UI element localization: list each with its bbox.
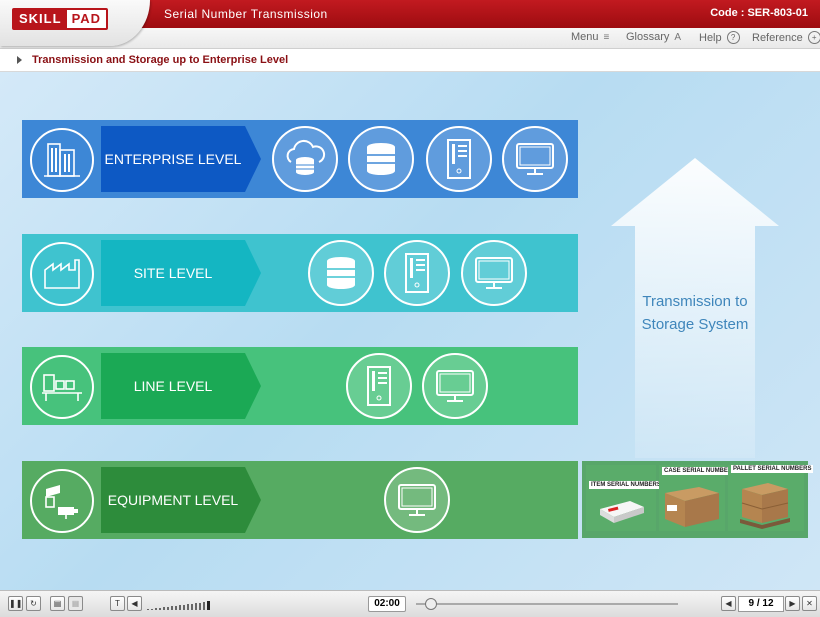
site-level-label: SITE LEVEL bbox=[101, 240, 245, 306]
logo-text-right: PAD bbox=[66, 10, 107, 28]
text-toggle-button[interactable]: T bbox=[110, 596, 125, 611]
player-bar: ❚❚ ↻ ▤ ▦ T ◀ 02:00 ◀ 9 / 12 ▶ ✕ bbox=[0, 590, 820, 617]
notes-icon: ▤ bbox=[53, 599, 62, 608]
close-icon: ✕ bbox=[806, 599, 813, 608]
pallet-serial-label: PALLET SERIAL NUMBERS bbox=[731, 465, 814, 473]
app-title: Serial Number Transmission bbox=[164, 7, 328, 21]
next-icon: ▶ bbox=[789, 599, 796, 608]
line-level-pointer bbox=[245, 353, 261, 419]
server-icon bbox=[426, 126, 492, 192]
help-button[interactable]: Help ? bbox=[699, 31, 740, 44]
monitor-icon bbox=[384, 467, 450, 533]
help-label: Help bbox=[699, 31, 722, 44]
equipment-level-band: EQUIPMENT LEVEL bbox=[22, 461, 578, 539]
printer-camera-icon bbox=[30, 469, 94, 533]
logo-text-left: SKILL bbox=[14, 10, 67, 28]
page-counter: 9 / 12 bbox=[738, 596, 784, 612]
cloud-database-icon bbox=[272, 126, 338, 192]
volume-slider[interactable] bbox=[147, 601, 227, 610]
transcript-button[interactable]: ▦ bbox=[68, 596, 83, 611]
pallet-package-image: PALLET SERIAL NUMBERS bbox=[728, 465, 814, 531]
replay-button[interactable]: ↻ bbox=[26, 596, 41, 611]
pallet-box-icon bbox=[740, 483, 790, 529]
packaging-panel: ITEM SERIAL NUMBERS CASE SERIAL NUMBERS … bbox=[582, 461, 814, 538]
server-icon bbox=[384, 240, 450, 306]
breadcrumb-arrow-icon bbox=[17, 56, 22, 64]
monitor-icon bbox=[502, 126, 568, 192]
elapsed-time: 02:00 bbox=[368, 596, 406, 612]
equipment-level-label: EQUIPMENT LEVEL bbox=[101, 467, 245, 533]
breadcrumb: Transmission and Storage up to Enterpris… bbox=[0, 49, 820, 72]
progress-track[interactable] bbox=[416, 603, 678, 605]
volume-button[interactable]: ◀ bbox=[127, 596, 142, 611]
transmission-label-line2: Storage System bbox=[641, 316, 749, 333]
menu-button[interactable]: Menu ≡ bbox=[571, 31, 609, 43]
monitor-icon bbox=[422, 353, 488, 419]
site-level-band: SITE LEVEL bbox=[22, 234, 578, 312]
skillpad-logo: SKILL PAD bbox=[12, 8, 109, 30]
line-level-label: LINE LEVEL bbox=[101, 353, 245, 419]
item-box-icon bbox=[600, 501, 644, 523]
speaker-icon: ◀ bbox=[131, 599, 138, 608]
item-package-image: ITEM SERIAL NUMBERS bbox=[586, 465, 663, 531]
glossary-icon: A bbox=[674, 31, 682, 43]
transcript-icon: ▦ bbox=[71, 599, 80, 608]
conveyor-line-icon bbox=[30, 355, 94, 419]
server-icon bbox=[346, 353, 412, 419]
building-icon bbox=[30, 128, 94, 192]
content-area: ENTERPRISE LEVEL SITE LEVEL LINE LEVEL E… bbox=[0, 72, 820, 590]
logo-area: SKILL PAD bbox=[0, 0, 150, 46]
menu-label: Menu bbox=[571, 31, 599, 43]
help-icon: ? bbox=[726, 31, 740, 44]
case-serial-label: CASE SERIAL NUMBERS bbox=[662, 467, 739, 475]
enterprise-level-band: ENTERPRISE LEVEL bbox=[22, 120, 578, 198]
glossary-label: Glossary bbox=[626, 31, 670, 43]
next-page-button[interactable]: ▶ bbox=[785, 596, 800, 611]
previous-page-button[interactable]: ◀ bbox=[721, 596, 736, 611]
menu-icon: ≡ bbox=[603, 31, 610, 43]
database-icon bbox=[308, 240, 374, 306]
notes-button[interactable]: ▤ bbox=[50, 596, 65, 611]
item-serial-label: ITEM SERIAL NUMBERS bbox=[589, 481, 663, 489]
reference-button[interactable]: Reference + bbox=[752, 31, 820, 44]
transmission-label: Transmission to Storage System bbox=[626, 290, 764, 336]
enterprise-level-pointer bbox=[245, 126, 261, 192]
reference-label: Reference bbox=[752, 31, 803, 44]
text-icon: T bbox=[115, 599, 120, 608]
reference-icon: + bbox=[807, 31, 820, 44]
line-level-band: LINE LEVEL bbox=[22, 347, 578, 425]
progress-thumb[interactable] bbox=[425, 598, 437, 610]
replay-icon: ↻ bbox=[30, 599, 37, 608]
site-level-pointer bbox=[245, 240, 261, 306]
transmission-label-line1: Transmission to bbox=[642, 293, 748, 310]
factory-icon bbox=[30, 242, 94, 306]
pause-icon: ❚❚ bbox=[9, 599, 23, 608]
glossary-button[interactable]: Glossary A bbox=[626, 31, 681, 43]
breadcrumb-text: Transmission and Storage up to Enterpris… bbox=[32, 54, 289, 66]
monitor-icon bbox=[461, 240, 527, 306]
case-package-image: CASE SERIAL NUMBERS bbox=[659, 465, 739, 531]
lesson-code: Code : SER-803-01 bbox=[710, 7, 808, 19]
close-button[interactable]: ✕ bbox=[802, 596, 817, 611]
enterprise-level-label: ENTERPRISE LEVEL bbox=[101, 126, 245, 192]
previous-icon: ◀ bbox=[725, 599, 732, 608]
equipment-level-pointer bbox=[245, 467, 261, 533]
database-icon bbox=[348, 126, 414, 192]
pause-button[interactable]: ❚❚ bbox=[8, 596, 23, 611]
